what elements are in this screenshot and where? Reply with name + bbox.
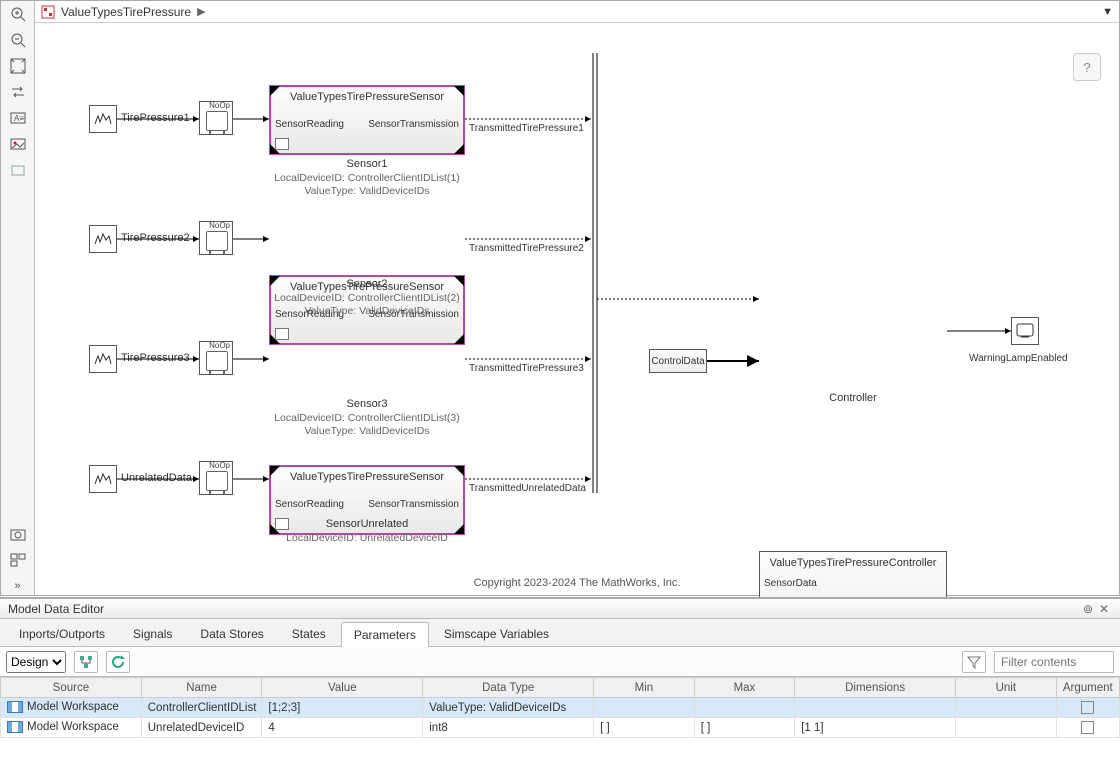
scope-icon bbox=[1015, 322, 1035, 340]
sensor2-label: Sensor2 bbox=[269, 278, 465, 290]
sensor-unrelated-label: SensorUnrelated bbox=[269, 518, 465, 530]
svg-text:A≡: A≡ bbox=[14, 114, 24, 123]
mde-table: SourceNameValue Data TypeMinMax Dimensio… bbox=[0, 677, 1120, 738]
link-icon bbox=[275, 328, 289, 340]
noop-block-3[interactable] bbox=[199, 341, 233, 375]
tab-inports[interactable]: Inports/Outports bbox=[6, 621, 118, 646]
sensor-unrelated-sub: LocalDeviceID: UnrelatedDeviceID bbox=[247, 532, 487, 545]
source-tirepressure3[interactable]: TirePressure3 bbox=[89, 345, 117, 373]
breadcrumb-bar: ValueTypesTirePressure ▶ ▼ bbox=[35, 1, 1119, 23]
scope-label: WarningLampEnabled bbox=[969, 353, 1068, 364]
main-area: ValueTypesTirePressure ▶ ▼ ? TirePressur… bbox=[35, 1, 1119, 595]
wire-label-t3: TransmittedTirePressure3 bbox=[469, 363, 584, 374]
image-icon[interactable] bbox=[9, 135, 27, 153]
sensor2-sub: LocalDeviceID: ControllerClientIDList(2)… bbox=[247, 292, 487, 318]
left-toolbar: A≡ » bbox=[1, 1, 35, 595]
wire-label-t2: TransmittedTirePressure2 bbox=[469, 243, 584, 254]
source-tirepressure2[interactable]: TirePressure2 bbox=[89, 225, 117, 253]
breadcrumb-arrow-icon[interactable]: ▶ bbox=[197, 5, 205, 18]
table-header: SourceNameValue Data TypeMinMax Dimensio… bbox=[1, 678, 1120, 698]
wires bbox=[35, 23, 1119, 595]
filter-icon[interactable] bbox=[962, 651, 986, 673]
source-tirepressure1[interactable]: TirePressure1 bbox=[89, 105, 117, 133]
table-row[interactable]: Model Workspace UnrelatedDeviceID 4 int8… bbox=[1, 718, 1120, 738]
workspace-icon bbox=[7, 701, 23, 713]
signal-source-icon bbox=[93, 350, 113, 368]
sensor1-sub: LocalDeviceID: ControllerClientIDList(1)… bbox=[247, 172, 487, 198]
signal-source-icon bbox=[93, 110, 113, 128]
wire-label-t1: TransmittedTirePressure1 bbox=[469, 123, 584, 134]
noop-block-2[interactable] bbox=[199, 221, 233, 255]
source-unrelateddata[interactable]: UnrelatedData bbox=[89, 465, 117, 493]
controller-label: Controller bbox=[759, 392, 947, 404]
model-explorer-icon[interactable] bbox=[9, 551, 27, 569]
hierarchy-icon[interactable] bbox=[74, 651, 98, 673]
refresh-icon[interactable] bbox=[106, 651, 130, 673]
breadcrumb-dropdown-icon[interactable]: ▼ bbox=[1102, 6, 1113, 18]
model-icon bbox=[41, 5, 55, 19]
design-select[interactable]: Design bbox=[6, 651, 66, 673]
tab-simscape[interactable]: Simscape Variables bbox=[431, 621, 562, 646]
mde-header: Model Data Editor ⊚ ✕ bbox=[0, 599, 1120, 619]
zoom-out-icon[interactable] bbox=[9, 31, 27, 49]
zoom-in-icon[interactable] bbox=[9, 5, 27, 23]
annotation-icon[interactable]: A≡ bbox=[9, 109, 27, 127]
diagram-canvas[interactable]: ? TirePressure1 ValueTypesTirePressureSe… bbox=[35, 23, 1119, 595]
noop-block-1[interactable] bbox=[199, 101, 233, 135]
table-row[interactable]: Model Workspace ControllerClientIDList [… bbox=[1, 698, 1120, 718]
tab-parameters[interactable]: Parameters bbox=[341, 622, 429, 647]
app-shell: A≡ » ValueTypesTirePressure ▶ ▼ ? TirePr… bbox=[0, 0, 1120, 596]
mde-tabs: Inports/Outports Signals Data Stores Sta… bbox=[0, 619, 1120, 647]
minimize-icon[interactable]: ⊚ bbox=[1080, 602, 1096, 616]
signal-source-icon bbox=[93, 230, 113, 248]
tab-datastores[interactable]: Data Stores bbox=[187, 621, 276, 646]
swap-icon[interactable] bbox=[9, 83, 27, 101]
mde-title: Model Data Editor bbox=[8, 602, 104, 616]
checkbox[interactable] bbox=[1081, 721, 1094, 734]
link-icon bbox=[275, 138, 289, 150]
wire-label-tu: TransmittedUnrelatedData bbox=[469, 483, 586, 494]
breadcrumb-title[interactable]: ValueTypesTirePressure bbox=[61, 5, 191, 19]
model-data-editor: Model Data Editor ⊚ ✕ Inports/Outports S… bbox=[0, 597, 1120, 758]
scope-block[interactable] bbox=[1011, 317, 1039, 345]
copyright: Copyright 2023-2024 The MathWorks, Inc. bbox=[35, 577, 1119, 589]
checkbox[interactable] bbox=[1081, 701, 1094, 714]
collapse-icon[interactable]: » bbox=[9, 577, 27, 595]
filter-input[interactable] bbox=[994, 651, 1114, 673]
mde-toolbar: Design bbox=[0, 647, 1120, 677]
snapshot-icon[interactable] bbox=[9, 525, 27, 543]
tab-states[interactable]: States bbox=[279, 621, 339, 646]
close-icon[interactable]: ✕ bbox=[1096, 602, 1112, 616]
signal-source-icon bbox=[93, 470, 113, 488]
tab-signals[interactable]: Signals bbox=[120, 621, 185, 646]
sensor3-label: Sensor3 bbox=[269, 398, 465, 410]
workspace-icon bbox=[7, 721, 23, 733]
noop-block-4[interactable] bbox=[199, 461, 233, 495]
sensor3-sub: LocalDeviceID: ControllerClientIDList(3)… bbox=[247, 412, 487, 438]
sensor1-label: Sensor1 bbox=[269, 158, 465, 170]
help-button[interactable]: ? bbox=[1073, 53, 1101, 81]
sensor1-block[interactable]: ValueTypesTirePressureSensor SensorReadi… bbox=[269, 85, 465, 155]
fit-view-icon[interactable] bbox=[9, 57, 27, 75]
controldata-block[interactable]: ControlData bbox=[649, 349, 707, 373]
rect-icon[interactable] bbox=[9, 161, 27, 179]
